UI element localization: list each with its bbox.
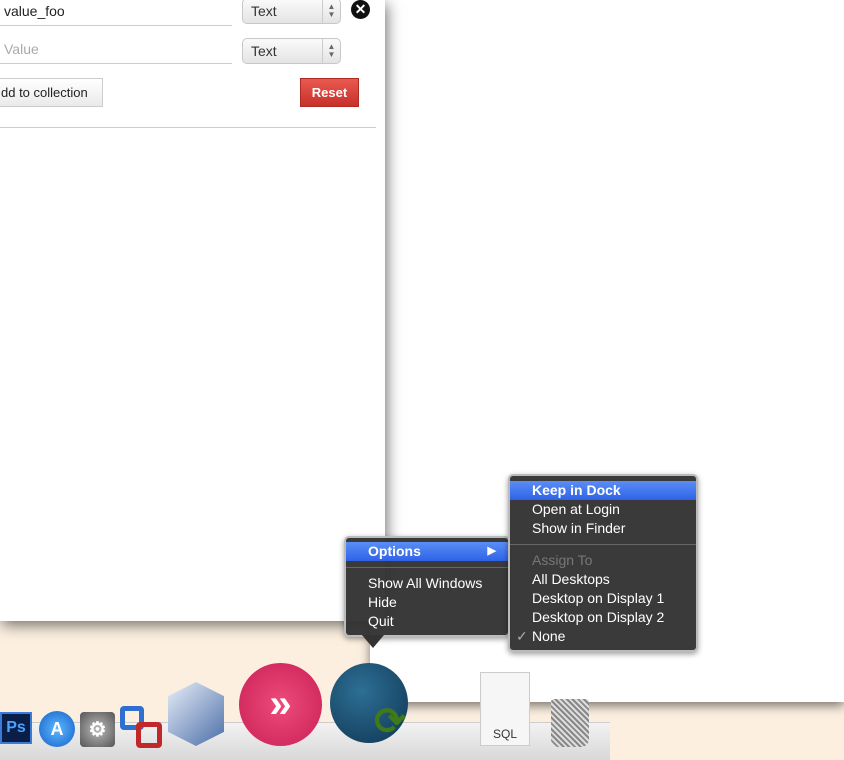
options-submenu: Keep in Dock Open at Login Show in Finde… <box>508 474 698 652</box>
add-to-collection-button[interactable]: dd to collection <box>0 78 103 107</box>
menu-separator <box>510 544 696 545</box>
submenu-arrow-icon: ▶ <box>487 545 496 557</box>
updown-icon: ▲ ▼ <box>322 39 340 63</box>
sql-file-icon[interactable]: SQL <box>480 672 530 746</box>
value-input[interactable]: Value <box>0 38 232 64</box>
photoshop-icon[interactable]: Ps <box>0 712 32 744</box>
menu-heading-assign-to: Assign To <box>532 552 593 568</box>
menu-item-open-at-login[interactable]: Open at Login <box>510 500 696 519</box>
menu-item-show-in-finder[interactable]: Show in Finder <box>510 519 696 538</box>
menu-item-all-desktops[interactable]: All Desktops <box>510 570 696 589</box>
menu-item-display-2[interactable]: Desktop on Display 2 <box>510 608 696 627</box>
type-select-label: Text <box>251 43 277 59</box>
menu-pointer <box>362 635 384 648</box>
refresh-arrow-icon: ⟳ <box>374 701 406 743</box>
menu-item-display-1[interactable]: Desktop on Display 1 <box>510 589 696 608</box>
options-label: Options <box>368 543 421 559</box>
reset-button[interactable]: Reset <box>300 78 359 107</box>
menu-item-hide[interactable]: Hide <box>346 593 508 612</box>
type-select-2[interactable]: Text ▲ ▼ <box>242 38 341 64</box>
skitch-icon[interactable]: » <box>239 663 322 746</box>
checkmark-icon: ✓ <box>516 628 528 644</box>
system-preferences-icon[interactable]: ⚙ <box>80 712 115 747</box>
updown-icon: ▲ ▼ <box>322 0 340 23</box>
value-field[interactable]: value_foo <box>0 0 232 26</box>
trash-icon[interactable] <box>551 699 589 747</box>
sql-label: SQL <box>492 727 517 741</box>
divider <box>0 127 376 128</box>
menu-item-show-all-windows[interactable]: Show All Windows <box>346 574 508 593</box>
vmware-icon[interactable] <box>120 706 164 748</box>
app-store-icon[interactable]: A <box>39 711 75 747</box>
menu-item-options[interactable]: Options ▶ <box>346 542 508 561</box>
menu-item-none[interactable]: ✓ None <box>510 627 696 646</box>
type-select-label: Text <box>251 3 277 19</box>
none-label: None <box>532 628 566 644</box>
menu-item-quit[interactable]: Quit <box>346 612 508 631</box>
menu-separator <box>346 567 508 568</box>
app-window: value_foo Text ▲ ▼ ✕ Value Text ▲ ▼ dd to co… <box>0 0 385 621</box>
globe-update-icon[interactable]: ⟳ <box>330 663 408 743</box>
dock-context-menu: Options ▶ Show All Windows Hide Quit <box>344 536 510 637</box>
menu-item-keep-in-dock[interactable]: Keep in Dock <box>510 481 696 500</box>
type-select-1[interactable]: Text ▲ ▼ <box>242 0 341 24</box>
remove-row-icon[interactable]: ✕ <box>351 0 370 19</box>
